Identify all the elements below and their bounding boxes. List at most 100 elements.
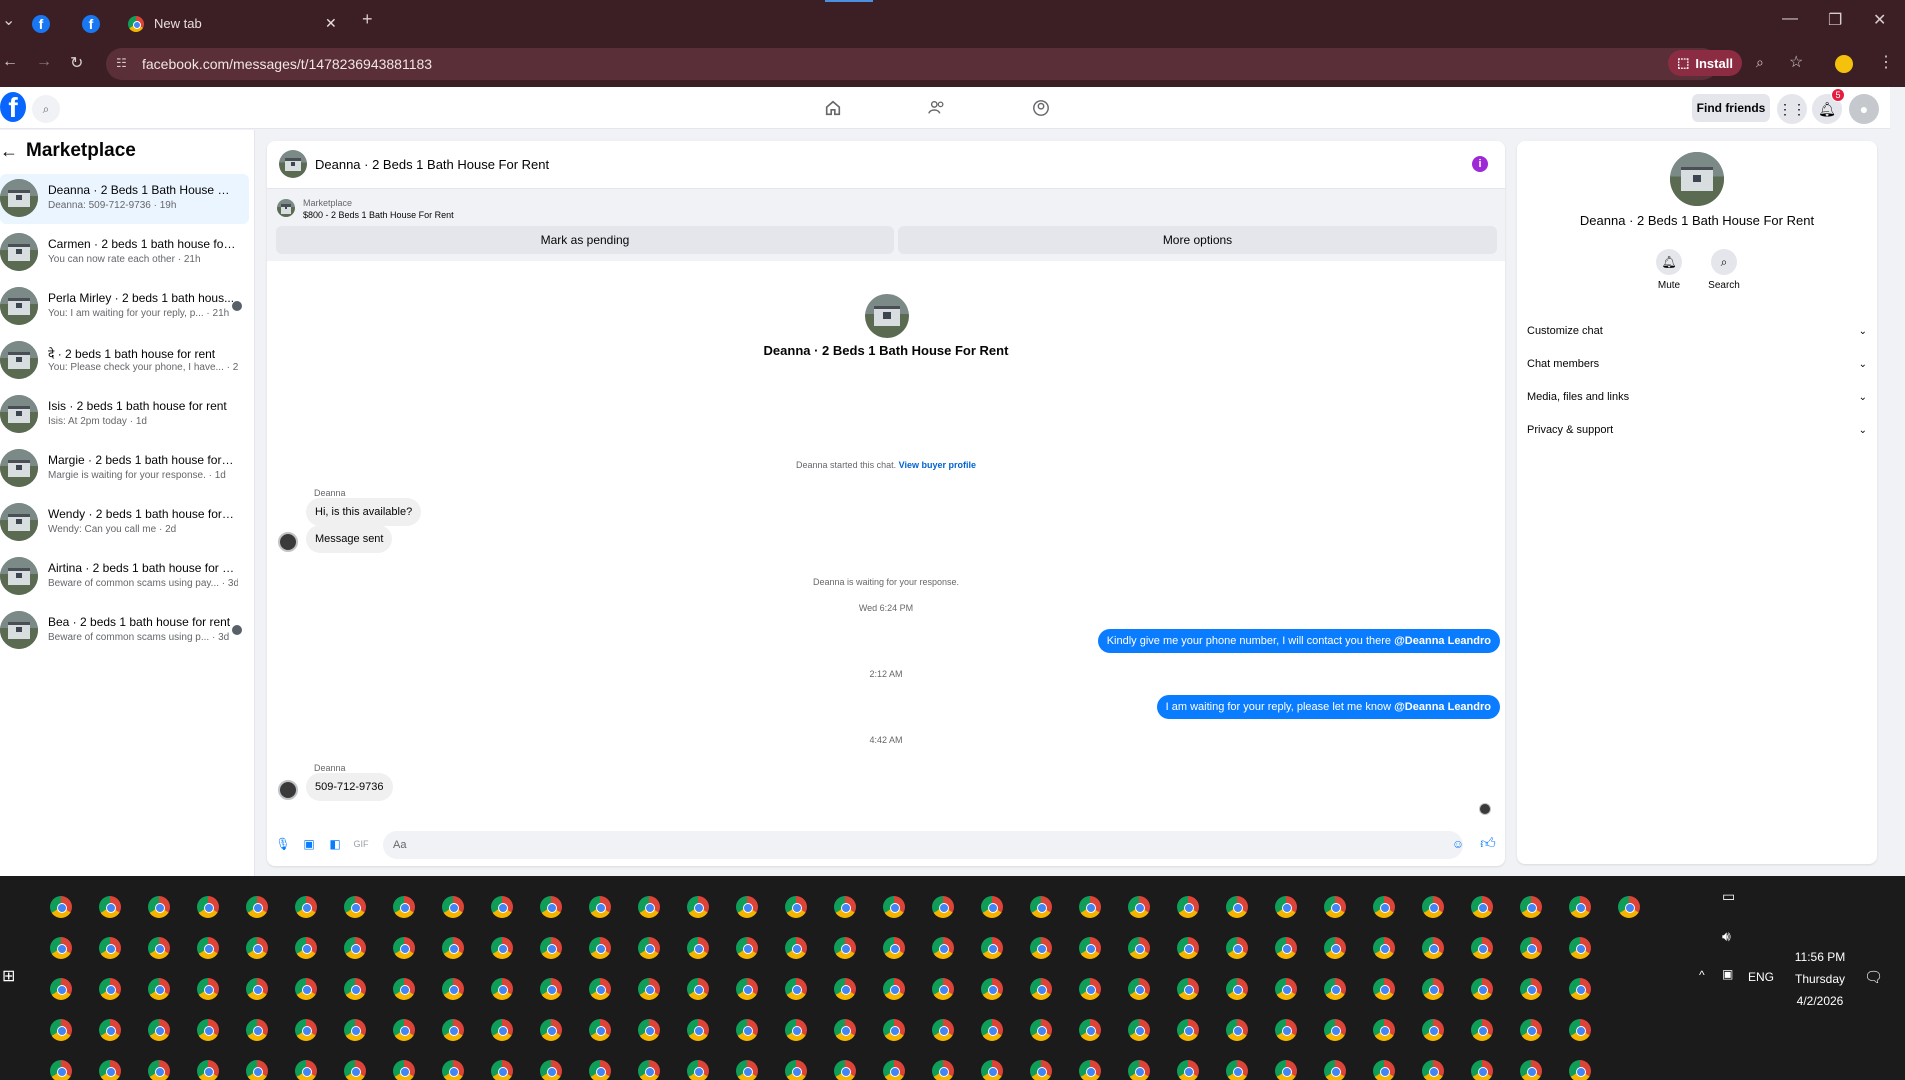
taskbar-app-icon[interactable] <box>540 978 562 1000</box>
taskbar-app-icon[interactable] <box>1569 896 1591 918</box>
taskbar-app-icon[interactable] <box>442 1019 464 1041</box>
taskbar-app-icon[interactable] <box>1226 978 1248 1000</box>
show-hidden-icons-icon[interactable]: ^ <box>1699 968 1705 982</box>
taskbar-app-icon[interactable] <box>393 1019 415 1041</box>
minimize-icon[interactable]: — <box>1782 10 1798 28</box>
more-options-button[interactable]: More options <box>898 226 1497 254</box>
taskbar-app-icon[interactable] <box>981 1019 1003 1041</box>
taskbar-app-icon[interactable] <box>1569 978 1591 1000</box>
conversation-item[interactable]: दे · 2 beds 1 bath house for rent You: Pl… <box>0 336 249 386</box>
taskbar-app-icon[interactable] <box>736 1060 758 1080</box>
taskbar-app-icon[interactable] <box>981 1060 1003 1080</box>
taskbar-app-icon[interactable] <box>1471 937 1493 959</box>
volume-icon[interactable]: 🔊︎ <box>1722 928 1731 945</box>
taskbar-app-icon[interactable] <box>932 1019 954 1041</box>
taskbar-app-icon[interactable] <box>1324 1060 1346 1080</box>
taskbar-app-icon[interactable] <box>197 937 219 959</box>
taskbar-app-icon[interactable] <box>785 978 807 1000</box>
taskbar-app-icon[interactable] <box>1520 1060 1542 1080</box>
taskbar-app-icon[interactable] <box>1030 937 1052 959</box>
taskbar-app-icon[interactable] <box>1520 896 1542 918</box>
taskbar-app-icon[interactable] <box>197 1060 219 1080</box>
taskbar-app-icon[interactable] <box>246 1019 268 1041</box>
find-friends-button[interactable]: Find friends <box>1692 94 1770 122</box>
taskbar-app-icon[interactable] <box>785 937 807 959</box>
taskbar-app-icon[interactable] <box>295 1060 317 1080</box>
taskbar-app-icon[interactable] <box>1128 1060 1150 1080</box>
taskbar-app-icon[interactable] <box>589 896 611 918</box>
taskbar-app-icon[interactable] <box>834 1019 856 1041</box>
network-icon[interactable]: ▭ <box>1722 888 1735 905</box>
taskbar-app-icon[interactable] <box>1079 978 1101 1000</box>
taskbar-app-icon[interactable] <box>1030 1060 1052 1080</box>
incoming-message[interactable]: Message sent <box>306 525 393 553</box>
mute-button[interactable]: 🔔︎ Mute <box>1645 249 1693 291</box>
taskbar-app-icon[interactable] <box>932 978 954 1000</box>
taskbar-app-icon[interactable] <box>1569 1060 1591 1080</box>
chat-header-title[interactable]: Deanna · 2 Beds 1 Bath House For Rent <box>315 157 549 172</box>
taskbar-app-icon[interactable] <box>491 896 513 918</box>
install-button[interactable]: ⬚ Install <box>1668 50 1742 76</box>
taskbar-app-icon[interactable] <box>834 896 856 918</box>
taskbar-app-icon[interactable] <box>148 937 170 959</box>
message-input[interactable]: Aa <box>383 831 1463 859</box>
taskbar-app-icon[interactable] <box>1275 1019 1297 1041</box>
taskbar-app-icon[interactable] <box>99 1019 121 1041</box>
taskbar-app-icon[interactable] <box>540 896 562 918</box>
taskbar-app-icon[interactable] <box>393 1060 415 1080</box>
taskbar-app-icon[interactable] <box>1177 896 1199 918</box>
listing-title[interactable]: $800 - 2 Beds 1 Bath House For Rent <box>303 210 454 220</box>
close-tab-icon[interactable]: ✕ <box>325 15 337 32</box>
taskbar-app-icon[interactable] <box>99 1060 121 1080</box>
taskbar-app-icon[interactable] <box>1373 896 1395 918</box>
taskbar-app-icon[interactable] <box>1275 937 1297 959</box>
taskbar-app-icon[interactable] <box>344 896 366 918</box>
taskbar-app-icon[interactable] <box>99 937 121 959</box>
view-buyer-profile-link[interactable]: View buyer profile <box>899 460 976 470</box>
taskbar-app-icon[interactable] <box>1226 896 1248 918</box>
taskbar-app-icon[interactable] <box>1177 1060 1199 1080</box>
taskbar-app-icon[interactable] <box>1030 1019 1052 1041</box>
taskbar-app-icon[interactable] <box>1177 937 1199 959</box>
taskbar-app-icon[interactable] <box>1226 937 1248 959</box>
friends-icon[interactable] <box>923 95 951 121</box>
microphone-icon[interactable]: 🎙︎ <box>275 836 291 852</box>
taskbar-app-icon[interactable] <box>638 896 660 918</box>
taskbar-app-icon[interactable] <box>638 978 660 1000</box>
close-window-icon[interactable]: ✕ <box>1873 10 1886 30</box>
taskbar-app-icon[interactable] <box>932 896 954 918</box>
taskbar-app-icon[interactable] <box>50 1060 72 1080</box>
menu-grid-icon[interactable]: ⋮⋮ <box>1777 94 1807 124</box>
taskbar-app-icon[interactable] <box>736 1019 758 1041</box>
taskbar-app-icon[interactable] <box>344 978 366 1000</box>
taskbar-app-icon[interactable] <box>638 1060 660 1080</box>
taskbar-app-icon[interactable] <box>932 1060 954 1080</box>
taskbar-app-icon[interactable] <box>1275 1060 1297 1080</box>
taskbar-app-icon[interactable] <box>1373 937 1395 959</box>
incoming-message[interactable]: Hi, is this available? <box>306 498 422 526</box>
taskbar-app-icon[interactable] <box>295 937 317 959</box>
taskbar-app-icon[interactable] <box>1079 1060 1101 1080</box>
mention[interactable]: @Deanna Leandro <box>1394 701 1491 713</box>
outgoing-message[interactable]: Kindly give me your phone number, I will… <box>1097 629 1500 653</box>
incoming-message[interactable]: 509-712-9736 <box>306 773 393 801</box>
taskbar-app-icon[interactable] <box>1030 978 1052 1000</box>
tab-list-icon[interactable]: ⌄ <box>2 10 15 30</box>
taskbar-app-icon[interactable] <box>1422 1060 1444 1080</box>
taskbar-app-icon[interactable] <box>540 937 562 959</box>
taskbar-app-icon[interactable] <box>589 978 611 1000</box>
outgoing-message[interactable]: I am waiting for your reply, please let … <box>1156 695 1500 719</box>
taskbar-app-icon[interactable] <box>442 1060 464 1080</box>
site-info-icon[interactable]: ☷ <box>116 56 127 70</box>
mention[interactable]: @Deanna Leandro <box>1394 635 1491 647</box>
taskbar-app-icon[interactable] <box>344 1060 366 1080</box>
taskbar-app-icon[interactable] <box>442 937 464 959</box>
taskbar-app-icon[interactable] <box>1226 1060 1248 1080</box>
taskbar-app-icon[interactable] <box>344 1019 366 1041</box>
conversation-item[interactable]: Wendy · 2 beds 1 bath house for re... Wen… <box>0 498 249 548</box>
emoji-icon[interactable]: ☺ <box>1450 836 1466 852</box>
back-arrow-icon[interactable]: ← <box>0 141 18 162</box>
sticker-icon[interactable]: ◧ <box>327 836 343 852</box>
taskbar-app-icon[interactable] <box>785 896 807 918</box>
menu-icon[interactable]: ⋮ <box>1878 52 1894 72</box>
